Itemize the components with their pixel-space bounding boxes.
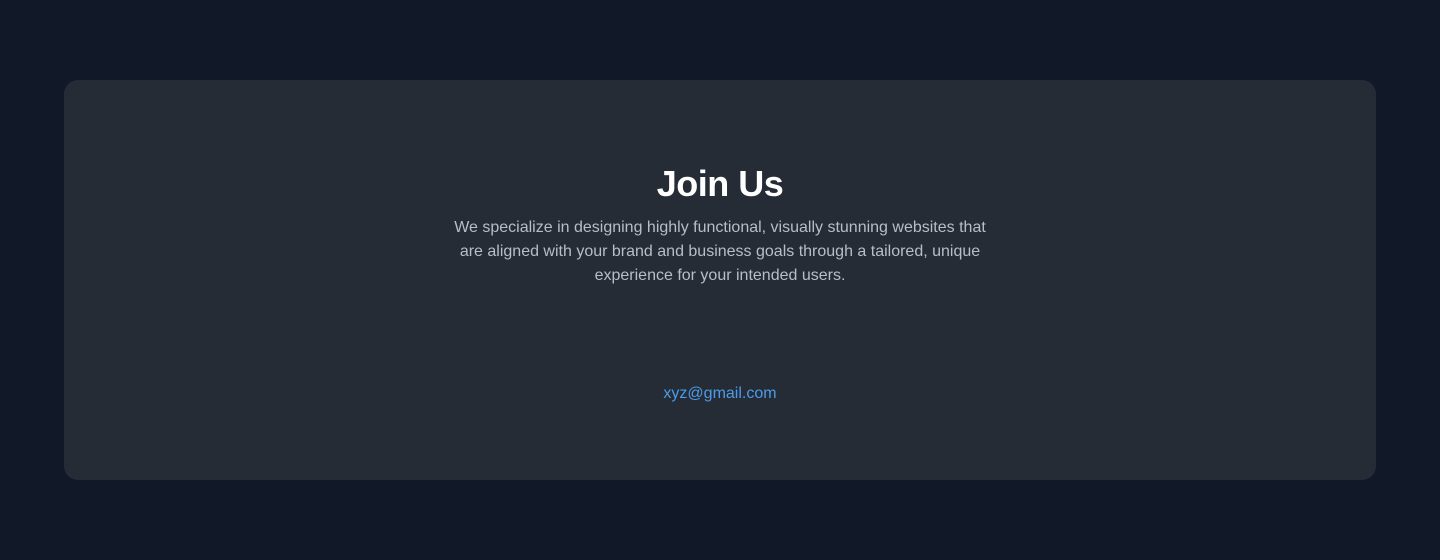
join-us-title: Join Us [656, 163, 784, 204]
page: Join Us We specialize in designing highl… [0, 0, 1440, 560]
join-us-description: We specialize in designing highly functi… [454, 219, 986, 284]
contact-email-link[interactable]: xyz@gmail.com [663, 382, 776, 406]
join-us-card: Join Us We specialize in designing highl… [64, 80, 1376, 480]
